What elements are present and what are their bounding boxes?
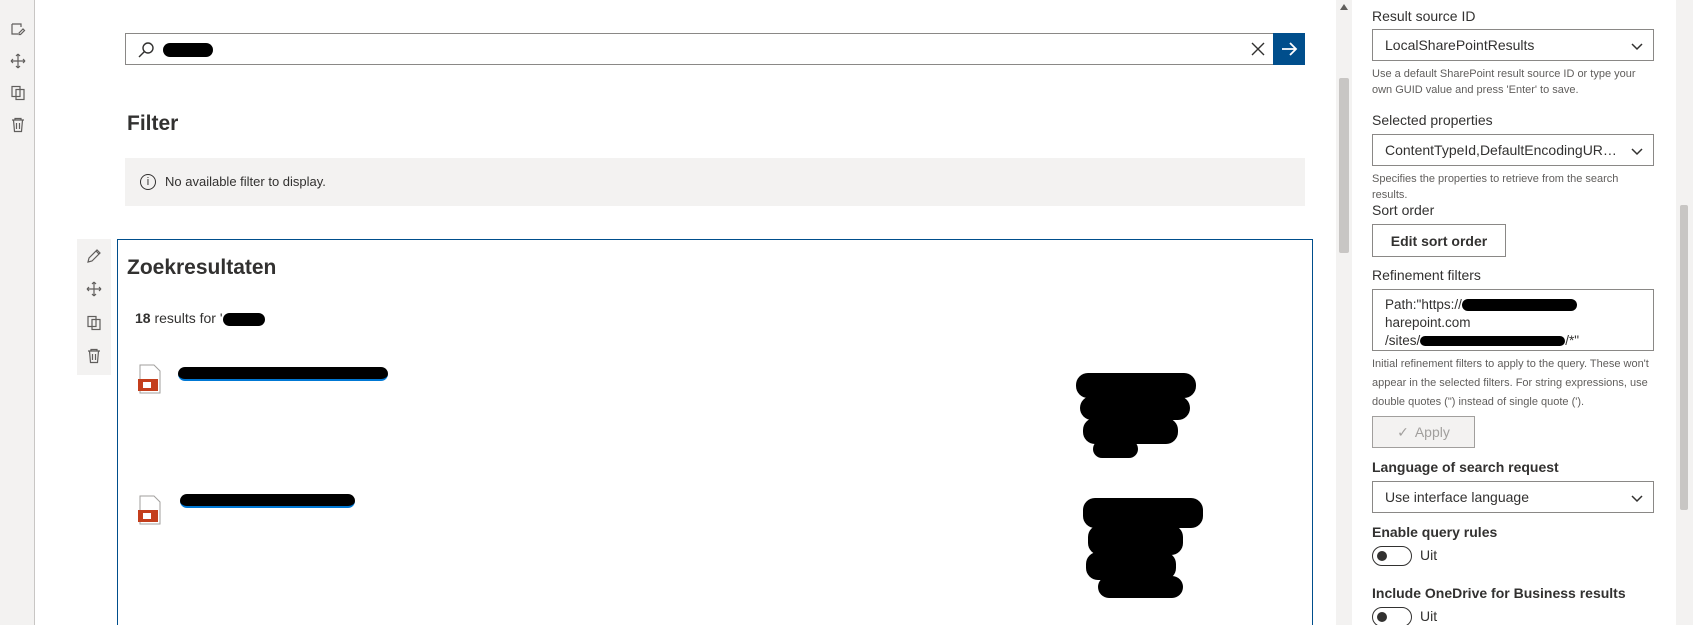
move-webpart-icon[interactable] — [86, 281, 102, 297]
chevron-down-icon — [1631, 144, 1643, 156]
search-submit-button[interactable] — [1273, 33, 1305, 65]
edit-sort-order-button[interactable]: Edit sort order — [1372, 224, 1506, 257]
filter-empty-panel: i No available filter to display. — [125, 158, 1305, 206]
result-title-link-redacted[interactable] — [180, 494, 355, 508]
powerpoint-file-icon — [137, 495, 163, 525]
chevron-down-icon — [1631, 39, 1643, 51]
language-label: Language of search request — [1372, 459, 1559, 475]
refinement-filters-label: Refinement filters — [1372, 267, 1481, 283]
clear-icon[interactable] — [1250, 41, 1266, 57]
result-title-link-redacted[interactable] — [178, 367, 388, 381]
refinement-line2-suffix: /*" — [1565, 333, 1580, 348]
results-count: 18 results for ' — [135, 310, 265, 326]
info-icon: i — [140, 174, 156, 190]
sort-order-label: Sort order — [1372, 202, 1435, 218]
property-pane: Result source ID LocalSharePointResults … — [1352, 0, 1676, 625]
query-rules-state: Uit — [1420, 547, 1438, 563]
result-thumbnail-redacted — [1080, 396, 1190, 420]
chevron-down-icon — [1631, 491, 1643, 503]
search-query-redacted — [163, 39, 213, 61]
result-source-dropdown[interactable]: LocalSharePointResults — [1372, 29, 1654, 61]
refinement-filters-help: Initial refinement filters to apply to t… — [1372, 358, 1649, 408]
results-count-text: results for ' — [154, 310, 223, 326]
search-icon — [137, 41, 155, 59]
selected-properties-label: Selected properties — [1372, 112, 1493, 128]
delete-icon[interactable] — [9, 116, 27, 134]
result-thumbnail-redacted — [1098, 576, 1183, 598]
result-thumbnail-redacted — [1093, 440, 1138, 458]
result-thumbnail-redacted — [1088, 525, 1183, 555]
edit-section-icon[interactable] — [9, 20, 27, 38]
refinement-line2-prefix: /sites/ — [1385, 333, 1421, 348]
page-canvas: Filter i No available filter to display.… — [36, 0, 1336, 625]
duplicate-icon[interactable] — [9, 84, 27, 102]
selected-properties-help: Specifies the properties to retrieve fro… — [1372, 173, 1619, 201]
left-toolbar — [0, 0, 35, 625]
result-source-value: LocalSharePointResults — [1385, 37, 1535, 53]
apply-button-label: Apply — [1414, 424, 1450, 440]
result-source-label: Result source ID — [1372, 8, 1476, 24]
property-pane-scrollbar[interactable] — [1676, 0, 1693, 625]
filter-heading: Filter — [127, 112, 179, 135]
selected-properties-value: ContentTypeId,DefaultEncodingURL,... — [1385, 142, 1620, 158]
delete-webpart-icon[interactable] — [86, 348, 102, 364]
apply-button[interactable]: ✓ Apply — [1372, 416, 1475, 448]
refinement-filters-textarea[interactable]: Path:"https:// harepoint.com /sites/ /*" — [1372, 289, 1654, 351]
onedrive-toggle[interactable] — [1372, 607, 1412, 625]
result-source-help: Use a default SharePoint result source I… — [1372, 68, 1636, 96]
query-rules-toggle[interactable] — [1372, 546, 1412, 566]
query-rules-label: Enable query rules — [1372, 524, 1498, 540]
results-count-number: 18 — [135, 310, 151, 326]
search-box[interactable] — [125, 33, 1305, 65]
language-value: Use interface language — [1385, 489, 1529, 505]
onedrive-state: Uit — [1420, 608, 1438, 624]
refinement-line1-suffix: harepoint.com — [1385, 315, 1471, 330]
search-results-webpart[interactable]: Zoekresultaten 18 results for ' — [117, 239, 1313, 625]
canvas-scrollbar[interactable] — [1336, 0, 1352, 625]
filter-empty-message: No available filter to display. — [165, 174, 326, 189]
scroll-up-arrow-icon[interactable] — [1340, 4, 1348, 10]
result-thumbnail-redacted — [1083, 498, 1203, 528]
page-root: Filter i No available filter to display.… — [0, 0, 1693, 625]
move-icon[interactable] — [9, 52, 27, 70]
onedrive-label: Include OneDrive for Business results — [1372, 585, 1626, 601]
checkmark-icon: ✓ — [1397, 423, 1409, 440]
selected-properties-dropdown[interactable]: ContentTypeId,DefaultEncodingURL,... — [1372, 134, 1654, 166]
webpart-toolbar — [77, 239, 111, 375]
edit-webpart-icon[interactable] — [86, 248, 102, 264]
language-dropdown[interactable]: Use interface language — [1372, 481, 1654, 513]
canvas-scrollbar-thumb[interactable] — [1339, 78, 1349, 253]
results-heading: Zoekresultaten — [127, 256, 277, 279]
powerpoint-file-icon — [137, 364, 163, 394]
property-pane-scrollbar-thumb[interactable] — [1680, 205, 1688, 510]
refinement-line1-prefix: Path:"https:// — [1385, 297, 1462, 312]
duplicate-webpart-icon[interactable] — [86, 315, 102, 331]
result-thumbnail-redacted — [1076, 373, 1196, 398]
